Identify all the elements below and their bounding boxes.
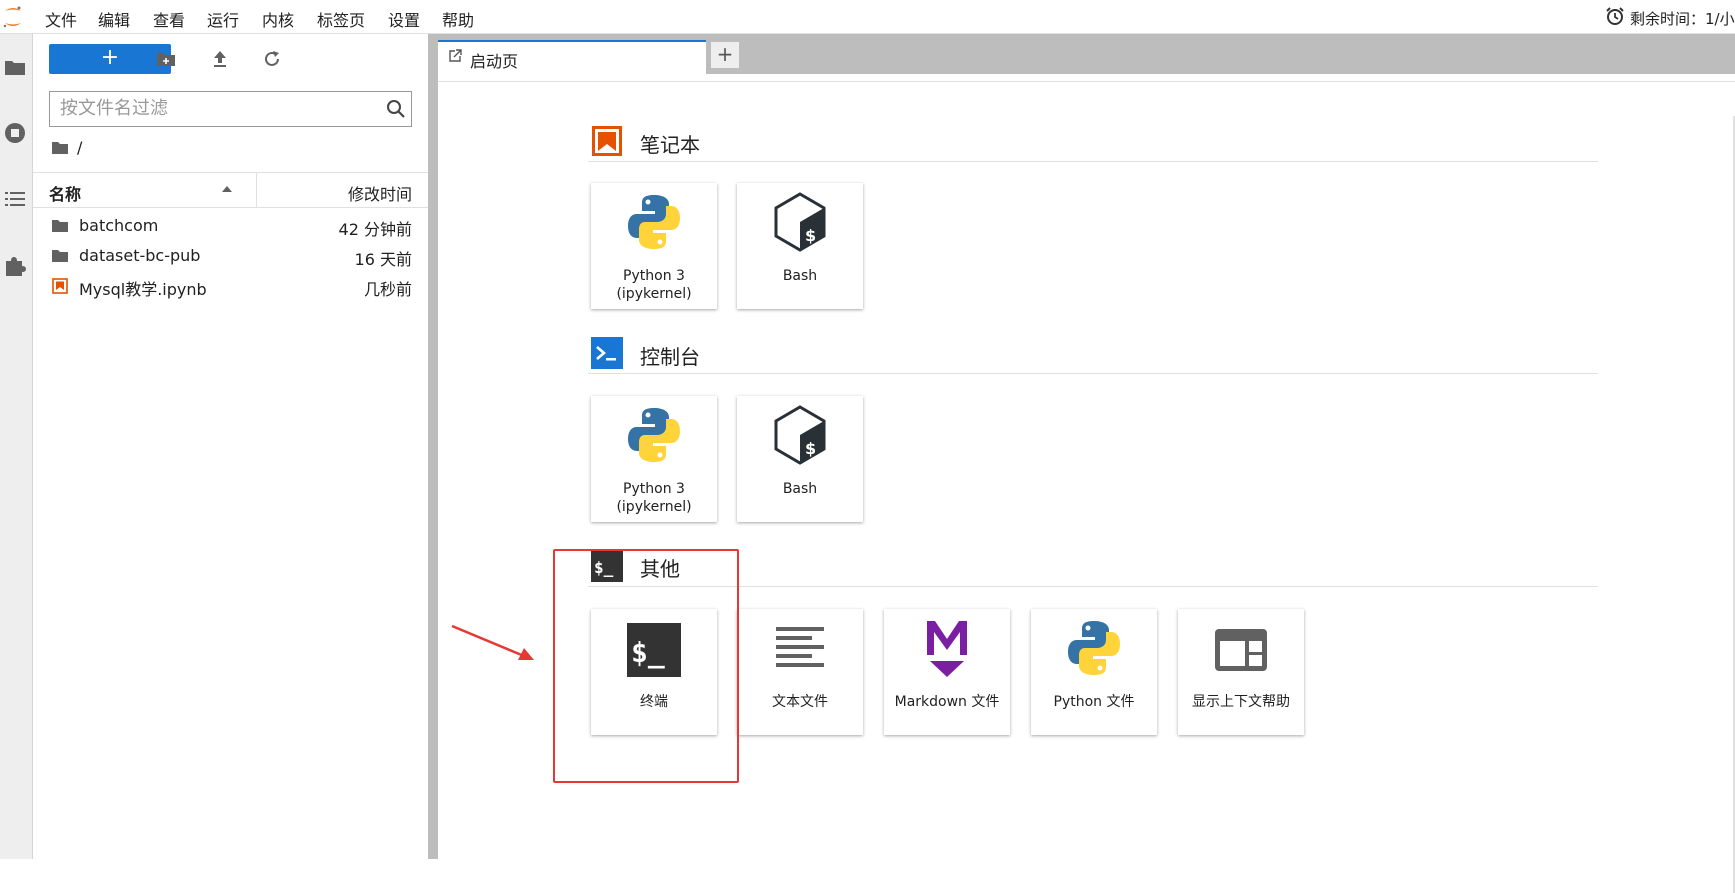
markdown-icon [927,621,967,677]
add-tab-button[interactable]: + [710,41,740,69]
file-modified: 42 分钟前 [338,220,412,239]
card-label: 显示上下文帮助 [1192,694,1290,710]
launcher-card-notebook-bash[interactable]: $ Bash [737,183,863,309]
menu-tabs[interactable]: 标签页 [317,7,365,31]
jupyter-logo-icon [3,6,21,28]
card-label-line1: Python 3 [623,268,685,284]
card-label-line1: Python 3 [623,481,685,497]
file-row[interactable]: batchcom 42 分钟前 [33,212,428,242]
column-divider[interactable] [256,173,257,207]
column-header-modified[interactable]: 修改时间 [348,181,412,205]
new-folder-icon[interactable] [155,48,177,70]
notebook-section-icon [592,126,622,156]
svg-text:$: $ [805,439,816,458]
search-icon [387,100,405,118]
folder-icon [52,250,68,262]
launcher-card-console-bash[interactable]: $ Bash [737,396,863,522]
column-header-name[interactable]: 名称 [49,181,81,205]
extension-puzzle-icon[interactable] [2,252,28,278]
launcher-card-text-file[interactable]: 文本文件 [737,609,863,735]
text-file-icon [776,627,824,667]
upload-icon[interactable] [209,48,231,70]
refresh-icon[interactable] [261,48,283,70]
menu-settings[interactable]: 设置 [388,7,420,31]
card-label: Python 3 (ipykernel) [591,267,717,303]
content-divider [438,81,1735,82]
card-label: 文本文件 [772,694,828,710]
card-label: Python 文件 [1053,694,1135,710]
file-browser: + 按文件名过滤 / 名称 修改时间 batchcom 42 分钟前 datas… [33,34,428,859]
tab-label: 启动页 [470,52,519,71]
card-label-line2: (ipykernel) [616,286,692,302]
bash-icon: $ [774,405,826,465]
file-row[interactable]: Mysql教学.ipynb 几秒前 [33,272,428,302]
folder-icon [52,220,68,232]
card-label: Bash [737,267,863,285]
launcher-card-python-file[interactable]: Python 文件 [1031,609,1157,735]
python-icon [628,408,680,462]
highlight-box [553,549,739,783]
context-help-icon [1215,629,1267,671]
card-label-line1: Bash [782,481,818,497]
remaining-time-label: 剩余时间：1/小 [1630,10,1735,28]
menu-bar: 文件 编辑 查看 运行 内核 标签页 设置 帮助 剩余时间：1/小 [0,0,1735,34]
file-modified: 几秒前 [363,280,412,299]
section-divider [588,586,1598,587]
menu-run[interactable]: 运行 [207,7,239,31]
breadcrumb-folder-icon[interactable] [51,140,69,156]
table-of-contents-icon[interactable] [2,186,28,212]
arrow-annotation-icon [451,624,534,660]
file-list-header: 名称 修改时间 [33,172,428,208]
sort-ascending-icon[interactable] [221,181,233,197]
svg-text:$: $ [805,226,816,245]
card-label-line1: Bash [782,268,818,284]
section-divider [588,161,1598,162]
tab-bar: 启动页 + [438,34,1735,74]
section-divider [588,373,1598,374]
console-section-icon [591,337,623,369]
launcher-card-context-help[interactable]: 显示上下文帮助 [1178,609,1304,735]
launcher-card-notebook-python3[interactable]: Python 3 (ipykernel) [591,183,717,309]
breadcrumb[interactable]: / [77,138,82,157]
menu-file[interactable]: 文件 [45,7,77,31]
file-row[interactable]: dataset-bc-pub 16 天前 [33,242,428,272]
file-filter-input[interactable]: 按文件名过滤 [49,91,412,127]
launcher-card-markdown[interactable]: Markdown 文件 [884,609,1010,735]
launch-icon [449,49,462,62]
menu-view[interactable]: 查看 [153,7,185,31]
python-icon [1068,621,1120,675]
bash-icon: $ [774,192,826,252]
folder-icon[interactable] [2,54,28,80]
running-stop-icon[interactable] [2,120,28,146]
panel-splitter[interactable] [428,34,438,859]
card-label: Bash [737,480,863,498]
file-name: batchcom [79,216,159,235]
launcher-card-console-python3[interactable]: Python 3 (ipykernel) [591,396,717,522]
file-name: dataset-bc-pub [79,246,201,265]
menu-kernel[interactable]: 内核 [262,7,294,31]
notebook-icon [52,278,68,294]
section-title-console: 控制台 [640,345,700,369]
card-label: Python 3 (ipykernel) [591,480,717,516]
card-label: Markdown 文件 [894,694,1000,710]
menu-help[interactable]: 帮助 [442,7,474,31]
file-name: Mysql教学.ipynb [79,280,207,299]
python-icon [628,195,680,249]
activity-bar [0,34,33,859]
tab-launcher[interactable]: 启动页 [438,40,706,74]
card-label-line2: (ipykernel) [616,499,692,515]
alarm-clock-icon [1606,7,1624,25]
file-modified: 16 天前 [354,250,412,269]
section-title-notebook: 笔记本 [640,133,700,157]
menu-edit[interactable]: 编辑 [98,7,130,31]
new-launcher-button[interactable]: + [49,44,171,74]
